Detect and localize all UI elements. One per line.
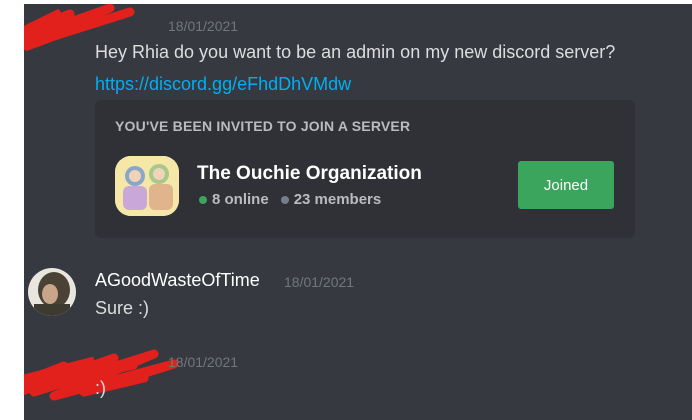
online-count: 8 online: [212, 191, 269, 208]
server-icon: [115, 156, 179, 216]
member-count: 23 members: [293, 191, 382, 208]
message-text: Sure :): [95, 298, 150, 318]
members-dot-icon: [280, 195, 289, 204]
avatar[interactable]: [28, 268, 76, 316]
message-timestamp: 18/01/2021: [284, 274, 355, 290]
server-stats: 8 online 23 members: [199, 191, 381, 208]
server-name: The Ouchie Organization: [197, 163, 422, 184]
message-timestamp: 18/01/2021: [168, 354, 239, 370]
chat-area: 18/01/2021 Hey Rhia do you want to be an…: [24, 4, 692, 420]
online-dot-icon: [199, 195, 207, 204]
message-text: :): [95, 378, 106, 398]
invite-header: YOU'VE BEEN INVITED TO JOIN A SERVER: [115, 118, 411, 134]
message-text: Hey Rhia do you want to be an admin on m…: [95, 42, 616, 62]
invite-link[interactable]: https://discord.gg/eFhdDhVMdw: [95, 74, 351, 95]
username[interactable]: AGoodWasteOfTime: [95, 270, 260, 291]
joined-button[interactable]: Joined: [518, 161, 614, 209]
invite-embed: YOU'VE BEEN INVITED TO JOIN A SERVER The…: [95, 100, 635, 238]
message-timestamp: 18/01/2021: [168, 18, 239, 34]
